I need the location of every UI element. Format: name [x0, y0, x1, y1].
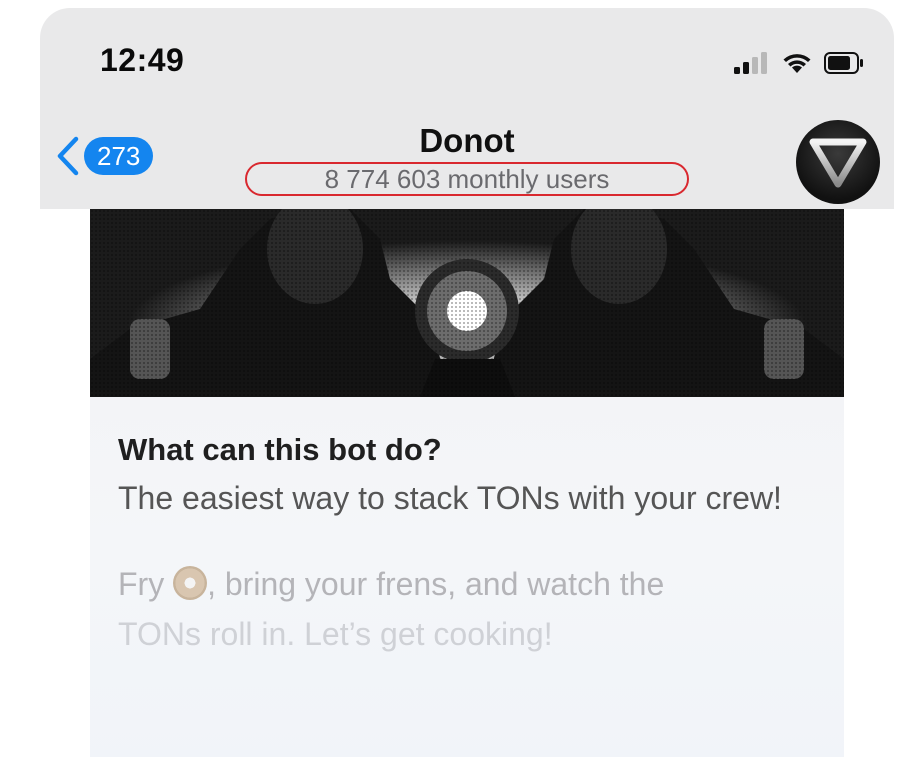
bot-banner-image — [90, 209, 844, 397]
phone-screen: 12:49 273 Donot 8 774 603 monthly users … — [40, 8, 894, 757]
bot-info-extra: Fry , bring your frens, and watch the TO… — [118, 559, 824, 659]
bot-avatar[interactable] — [796, 120, 880, 204]
bot-info-description: The easiest way to stack TONs with your … — [118, 480, 782, 516]
chat-title: Donot — [419, 122, 515, 159]
banner-illustration — [90, 209, 844, 397]
wifi-icon — [783, 54, 811, 73]
battery-icon — [824, 52, 863, 74]
status-time: 12:49 — [100, 42, 185, 78]
triangle-logo-icon — [809, 138, 867, 188]
highlight-outline: 8 774 603 monthly users — [245, 162, 689, 196]
extra-line3: TONs roll in. Let’s get cooking! — [118, 616, 553, 652]
donut-icon — [173, 566, 208, 600]
bot-description: What can this bot do? The easiest way to… — [118, 431, 824, 659]
status-icons — [734, 52, 864, 74]
bot-info-heading: What can this bot do? — [118, 432, 442, 467]
monthly-users-label: 8 774 603 monthly users — [324, 164, 610, 194]
status-bar: 12:49 — [40, 8, 894, 108]
extra-prefix: Fry — [118, 566, 174, 602]
extra-suffix: , bring your frens, and watch the — [207, 566, 665, 602]
chat-title-block[interactable]: Donot 8 774 603 monthly users — [40, 122, 894, 196]
signal-icon — [734, 52, 767, 74]
chat-header: 273 Donot 8 774 603 monthly users — [40, 108, 894, 209]
bot-info-card: What can this bot do? The easiest way to… — [90, 209, 844, 757]
